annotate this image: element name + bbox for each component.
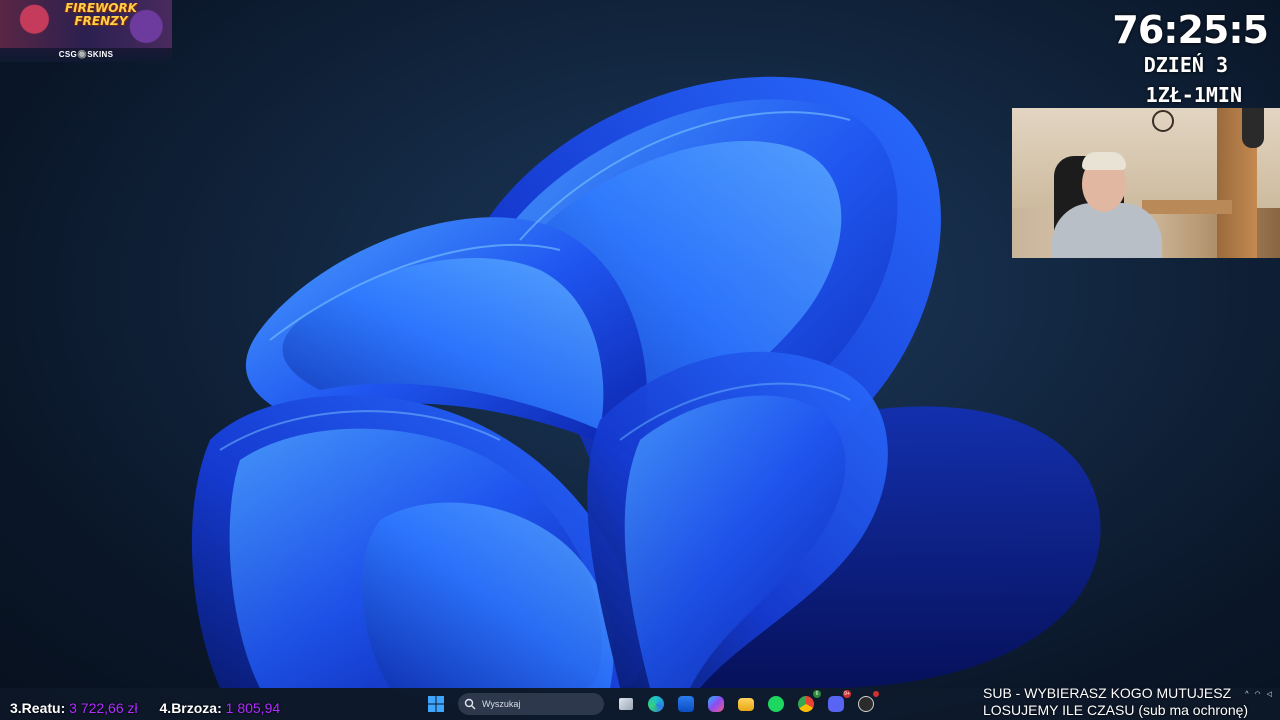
leaderboard-name: 3.Reatu:	[10, 700, 66, 716]
discord-button[interactable]: 9+	[824, 690, 851, 716]
discord-badge: 9+	[843, 690, 851, 698]
search-placeholder: Wyszukaj	[482, 699, 521, 709]
subathon-timer: 76:25:5	[1112, 8, 1269, 52]
sub-message-overlay: SUB - WYBIERASZ KOGO MUTUJESZ LOSUJEMY I…	[983, 685, 1280, 719]
copilot-icon	[708, 696, 724, 712]
leaderboard-entry: 3.Reatu: 3 722,66 zł	[10, 700, 142, 716]
folder-icon	[738, 697, 754, 711]
taskbar-search[interactable]: Wyszukaj	[458, 693, 604, 715]
edge-icon	[648, 696, 664, 712]
obs-button[interactable]	[854, 691, 879, 716]
file-explorer-button[interactable]	[734, 692, 758, 716]
copilot-button[interactable]	[704, 692, 728, 716]
sub-message-line2: LOSUJEMY ILE CZASU (sub ma ochronę)	[983, 702, 1249, 718]
sponsor-banner: FIREWORK FRENZY CSG🔘SKINS	[0, 0, 172, 62]
sponsor-brand: CSG🔘SKINS	[58, 50, 114, 59]
discord-icon	[828, 696, 844, 712]
webcam-feed	[1012, 108, 1280, 258]
chrome-button[interactable]: 6	[794, 690, 821, 716]
leaderboard-entry: 4.Brzoza: 1 805,94	[160, 700, 281, 716]
sub-message-line1: SUB - WYBIERASZ KOGO MUTUJESZ	[983, 685, 1232, 701]
desktop: FIREWORK FRENZY CSG🔘SKINS 76:25:5 DZIEŃ …	[0, 0, 1280, 720]
windows-icon	[428, 696, 444, 712]
search-icon	[464, 698, 476, 710]
start-button[interactable]	[424, 692, 448, 716]
sponsor-game-title: FIREWORK FRENZY	[64, 1, 138, 28]
task-view-button[interactable]	[614, 692, 638, 716]
taskbar-apps: Wyszukaj 6 9+	[424, 690, 879, 718]
chrome-badge: 6	[813, 690, 821, 698]
task-view-icon	[619, 698, 633, 710]
spotify-button[interactable]	[764, 692, 788, 716]
leaderboard-amount: 3 722,66 zł	[69, 700, 138, 716]
store-button[interactable]	[674, 692, 698, 716]
donation-rate: 1ZŁ-1MIN	[1145, 83, 1242, 107]
leaderboard-name: 4.Brzoza:	[159, 700, 222, 716]
chrome-icon	[798, 696, 814, 712]
spotify-icon	[768, 696, 784, 712]
donation-leaderboard: 3.Reatu: 3 722,66 zł 4.Brzoza: 1 805,94	[10, 700, 298, 716]
obs-icon	[858, 696, 874, 712]
store-icon	[678, 696, 694, 712]
day-counter: DZIEŃ 3	[1143, 53, 1228, 77]
leaderboard-amount: 1 805,94	[225, 700, 281, 716]
obs-live-dot	[873, 691, 879, 697]
edge-button[interactable]	[644, 692, 668, 716]
